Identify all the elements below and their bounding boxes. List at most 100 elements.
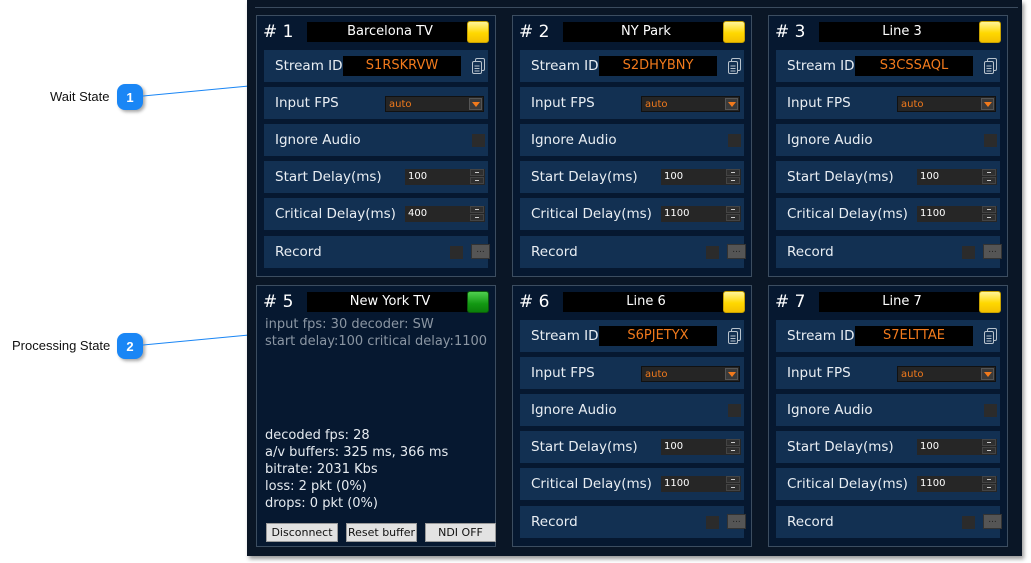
copy-icon[interactable]	[728, 328, 742, 344]
decrement-icon[interactable]	[470, 214, 484, 221]
input-fps-select[interactable]: auto	[641, 96, 740, 112]
decrement-icon[interactable]	[726, 214, 740, 221]
copy-icon[interactable]	[984, 58, 998, 74]
critical-delay-stepper[interactable]: 1100	[917, 476, 997, 492]
decrement-icon[interactable]	[726, 447, 740, 454]
decrement-icon[interactable]	[470, 177, 484, 184]
callout-line-1	[142, 85, 250, 97]
decrement-icon[interactable]	[982, 447, 996, 454]
record-browse-button[interactable]: ...	[983, 244, 1002, 259]
start-delay-value: 100	[920, 441, 940, 452]
record-browse-button[interactable]: ...	[727, 244, 746, 259]
start-delay-stepper[interactable]: 100	[917, 169, 997, 185]
input-fps-select[interactable]: auto	[897, 366, 996, 382]
chevron-down-icon[interactable]	[981, 368, 994, 380]
stream-id-field[interactable]: S6PJETYX	[599, 326, 717, 346]
critical-delay-row: Critical Delay(ms) 1100	[776, 468, 1000, 500]
start-delay-row: Start Delay(ms) 100	[264, 161, 488, 193]
ignore-audio-row-label: Ignore Audio	[275, 132, 361, 148]
input-fps-select[interactable]: auto	[385, 96, 484, 112]
increment-icon[interactable]	[726, 439, 740, 446]
start-delay-value: 100	[664, 171, 684, 182]
increment-icon[interactable]	[982, 169, 996, 176]
decrement-icon[interactable]	[982, 177, 996, 184]
disconnect-button[interactable]: Disconnect	[266, 523, 338, 542]
panel-name-field[interactable]: Line 7	[819, 292, 985, 312]
start-delay-stepper[interactable]: 100	[661, 169, 741, 185]
panel-name-field[interactable]: NY Park	[563, 22, 729, 42]
critical-delay-stepper[interactable]: 1100	[917, 206, 997, 222]
chevron-down-icon[interactable]	[469, 98, 482, 110]
increment-icon[interactable]	[726, 169, 740, 176]
ignore-audio-checkbox[interactable]	[728, 404, 741, 417]
start-delay-stepper[interactable]: 100	[661, 439, 741, 455]
status-led-icon	[979, 291, 1001, 313]
stream-id-field[interactable]: S2DHYBNY	[599, 56, 717, 76]
ignore-audio-checkbox[interactable]	[728, 134, 741, 147]
start-delay-stepper[interactable]: 100	[917, 439, 997, 455]
critical-delay-row: Critical Delay(ms) 1100	[520, 468, 744, 500]
record-row: Record ...	[776, 506, 1002, 538]
critical-delay-value: 1100	[664, 208, 690, 219]
record-checkbox[interactable]	[962, 516, 975, 529]
decrement-icon[interactable]	[982, 484, 996, 491]
input-fps-value: auto	[901, 99, 924, 110]
record-checkbox[interactable]	[706, 246, 719, 259]
decrement-icon[interactable]	[982, 214, 996, 221]
record-browse-button[interactable]: ...	[983, 514, 1002, 529]
critical-delay-stepper[interactable]: 400	[405, 206, 485, 222]
increment-icon[interactable]	[470, 169, 484, 176]
panel-name-field[interactable]: Barcelona TV	[307, 22, 473, 42]
processing-stat-line: loss: 2 pkt (0%)	[265, 479, 367, 494]
panel-header: # 6 Line 6	[519, 291, 745, 313]
stream-id-field[interactable]: S3CSSAQL	[855, 56, 973, 76]
increment-icon[interactable]	[982, 476, 996, 483]
panel-name-field[interactable]: New York TV	[307, 292, 473, 312]
decrement-icon[interactable]	[726, 484, 740, 491]
input-fps-row-label: Input FPS	[531, 365, 595, 381]
input-fps-select[interactable]: auto	[641, 366, 740, 382]
input-fps-value: auto	[901, 369, 924, 380]
record-checkbox[interactable]	[962, 246, 975, 259]
critical-delay-value: 1100	[920, 208, 946, 219]
critical-delay-value: 1100	[664, 478, 690, 489]
increment-icon[interactable]	[982, 206, 996, 213]
panel-name-field[interactable]: Line 3	[819, 22, 985, 42]
start-delay-stepper[interactable]: 100	[405, 169, 485, 185]
critical-delay-stepper[interactable]: 1100	[661, 206, 741, 222]
record-row: Record ...	[776, 236, 1002, 268]
stream-panel: # 3 Line 3 Stream ID S3CSSAQL Input FPS …	[768, 15, 1008, 277]
critical-delay-row-label: Critical Delay(ms)	[275, 206, 396, 222]
processing-info-line: start delay:100 critical delay:1100	[265, 334, 488, 349]
record-browse-button[interactable]: ...	[727, 514, 746, 529]
ignore-audio-row: Ignore Audio	[264, 124, 488, 156]
critical-delay-stepper[interactable]: 1100	[661, 476, 741, 492]
reset-buffer-button[interactable]: Reset buffer	[346, 523, 417, 542]
copy-icon[interactable]	[728, 58, 742, 74]
record-row-label: Record	[531, 514, 578, 530]
chevron-down-icon[interactable]	[981, 98, 994, 110]
callout-label-processing-state: Processing State	[12, 338, 111, 353]
copy-icon[interactable]	[984, 328, 998, 344]
stream-panel: # 6 Line 6 Stream ID S6PJETYX Input FPS …	[512, 285, 752, 547]
input-fps-select[interactable]: auto	[897, 96, 996, 112]
record-checkbox[interactable]	[450, 246, 463, 259]
ignore-audio-checkbox[interactable]	[472, 134, 485, 147]
stream-id-field[interactable]: S1RSKRVW	[343, 56, 461, 76]
decrement-icon[interactable]	[726, 177, 740, 184]
ndi-toggle-button[interactable]: NDI OFF	[425, 523, 496, 542]
ignore-audio-checkbox[interactable]	[984, 404, 997, 417]
panel-name-field[interactable]: Line 6	[563, 292, 729, 312]
increment-icon[interactable]	[470, 206, 484, 213]
increment-icon[interactable]	[726, 476, 740, 483]
start-delay-row: Start Delay(ms) 100	[520, 431, 744, 463]
stream-id-field[interactable]: S7ELTTAE	[855, 326, 973, 346]
record-browse-button[interactable]: ...	[471, 244, 490, 259]
chevron-down-icon[interactable]	[725, 98, 738, 110]
increment-icon[interactable]	[726, 206, 740, 213]
copy-icon[interactable]	[472, 58, 486, 74]
increment-icon[interactable]	[982, 439, 996, 446]
record-checkbox[interactable]	[706, 516, 719, 529]
ignore-audio-checkbox[interactable]	[984, 134, 997, 147]
chevron-down-icon[interactable]	[725, 368, 738, 380]
